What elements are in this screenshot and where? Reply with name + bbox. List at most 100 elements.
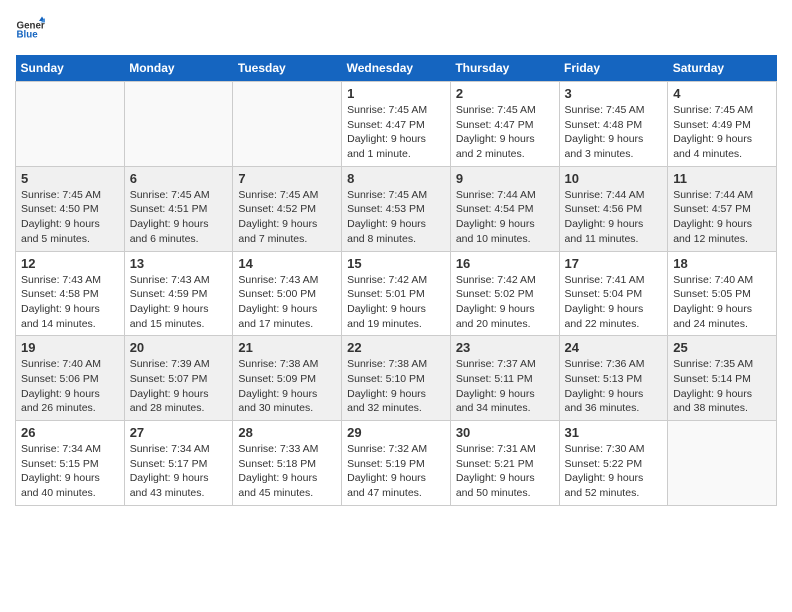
day-number: 25 (673, 340, 771, 355)
calendar-cell: 23Sunrise: 7:37 AM Sunset: 5:11 PM Dayli… (450, 336, 559, 421)
day-header-thursday: Thursday (450, 55, 559, 82)
day-header-tuesday: Tuesday (233, 55, 342, 82)
day-number: 6 (130, 171, 228, 186)
calendar-cell: 27 Sunrise: 7:34 AM Sunset: 5:17 PM Dayli… (124, 421, 233, 506)
day-info: Sunrise: 7:40 AM Sunset: 5:05 PM Dayligh… (673, 273, 771, 332)
week-row-1: 1 Sunrise: 7:45 AM Sunset: 4:47 PM Daylig… (16, 82, 777, 167)
day-number: 16 (456, 256, 554, 271)
calendar-cell: 25 Sunrise: 7:35 AM Sunset: 5:14 PM Dayli… (668, 336, 777, 421)
calendar-cell: 30 Sunrise: 7:31 AM Sunset: 5:21 PM Dayli… (450, 421, 559, 506)
day-number: 26 (21, 425, 119, 440)
day-info: Sunrise: 7:44 AM Sunset: 4:56 PM Dayligh… (565, 188, 663, 247)
calendar-cell: 12 Sunrise: 7:43 AM Sunset: 4:58 PM Dayli… (16, 251, 125, 336)
day-info: Sunrise: 7:33 AM Sunset: 5:18 PM Dayligh… (238, 442, 336, 501)
calendar-table: SundayMondayTuesdayWednesdayThursdayFrid… (15, 55, 777, 506)
calendar-cell: 29 Sunrise: 7:32 AM Sunset: 5:19 PM Dayli… (342, 421, 451, 506)
day-number: 3 (565, 86, 663, 101)
day-number: 18 (673, 256, 771, 271)
day-number: 19 (21, 340, 119, 355)
day-number: 12 (21, 256, 119, 271)
day-header-monday: Monday (124, 55, 233, 82)
day-info: Sunrise: 7:34 AM Sunset: 5:15 PM Dayligh… (21, 442, 119, 501)
calendar-cell: 3Sunrise: 7:45 AM Sunset: 4:48 PM Daylig… (559, 82, 668, 167)
day-number: 24 (565, 340, 663, 355)
calendar-cell: 19 Sunrise: 7:40 AM Sunset: 5:06 PM Dayli… (16, 336, 125, 421)
calendar-cell (16, 82, 125, 167)
calendar-cell: 15 Sunrise: 7:42 AM Sunset: 5:01 PM Dayli… (342, 251, 451, 336)
calendar-cell: 31 Sunrise: 7:30 AM Sunset: 5:22 PM Dayli… (559, 421, 668, 506)
calendar-cell: 11Sunrise: 7:44 AM Sunset: 4:57 PM Dayli… (668, 166, 777, 251)
calendar-cell: 7Sunrise: 7:45 AM Sunset: 4:52 PM Daylig… (233, 166, 342, 251)
day-number: 4 (673, 86, 771, 101)
day-info: Sunrise: 7:30 AM Sunset: 5:22 PM Dayligh… (565, 442, 663, 501)
day-number: 28 (238, 425, 336, 440)
calendar-cell: 8Sunrise: 7:45 AM Sunset: 4:53 PM Daylig… (342, 166, 451, 251)
day-number: 10 (565, 171, 663, 186)
day-info: Sunrise: 7:42 AM Sunset: 5:02 PM Dayligh… (456, 273, 554, 332)
calendar-cell: 5 Sunrise: 7:45 AM Sunset: 4:50 PM Daylig… (16, 166, 125, 251)
calendar-cell: 13 Sunrise: 7:43 AM Sunset: 4:59 PM Dayli… (124, 251, 233, 336)
calendar-cell: 4 Sunrise: 7:45 AM Sunset: 4:49 PM Daylig… (668, 82, 777, 167)
calendar-cell: 21 Sunrise: 7:38 AM Sunset: 5:09 PM Dayli… (233, 336, 342, 421)
day-number: 17 (565, 256, 663, 271)
day-number: 31 (565, 425, 663, 440)
day-number: 5 (21, 171, 119, 186)
week-row-3: 12 Sunrise: 7:43 AM Sunset: 4:58 PM Dayli… (16, 251, 777, 336)
calendar-cell (668, 421, 777, 506)
logo: General Blue (15, 15, 45, 45)
day-number: 2 (456, 86, 554, 101)
day-header-saturday: Saturday (668, 55, 777, 82)
day-number: 9 (456, 171, 554, 186)
day-info: Sunrise: 7:39 AM Sunset: 5:07 PM Dayligh… (130, 357, 228, 416)
day-info: Sunrise: 7:45 AM Sunset: 4:49 PM Dayligh… (673, 103, 771, 162)
calendar-cell: 20 Sunrise: 7:39 AM Sunset: 5:07 PM Dayli… (124, 336, 233, 421)
day-info: Sunrise: 7:45 AM Sunset: 4:47 PM Dayligh… (456, 103, 554, 162)
calendar-cell: 2 Sunrise: 7:45 AM Sunset: 4:47 PM Daylig… (450, 82, 559, 167)
header-row: SundayMondayTuesdayWednesdayThursdayFrid… (16, 55, 777, 82)
day-number: 1 (347, 86, 445, 101)
day-number: 8 (347, 171, 445, 186)
day-number: 23 (456, 340, 554, 355)
day-info: Sunrise: 7:38 AM Sunset: 5:09 PM Dayligh… (238, 357, 336, 416)
day-info: Sunrise: 7:31 AM Sunset: 5:21 PM Dayligh… (456, 442, 554, 501)
day-number: 11 (673, 171, 771, 186)
day-number: 21 (238, 340, 336, 355)
calendar-cell: 18 Sunrise: 7:40 AM Sunset: 5:05 PM Dayli… (668, 251, 777, 336)
calendar-cell (233, 82, 342, 167)
week-row-4: 19 Sunrise: 7:40 AM Sunset: 5:06 PM Dayli… (16, 336, 777, 421)
day-number: 13 (130, 256, 228, 271)
calendar-cell: 10 Sunrise: 7:44 AM Sunset: 4:56 PM Dayli… (559, 166, 668, 251)
calendar-cell: 16 Sunrise: 7:42 AM Sunset: 5:02 PM Dayli… (450, 251, 559, 336)
day-info: Sunrise: 7:34 AM Sunset: 5:17 PM Dayligh… (130, 442, 228, 501)
day-info: Sunrise: 7:41 AM Sunset: 5:04 PM Dayligh… (565, 273, 663, 332)
day-info: Sunrise: 7:43 AM Sunset: 5:00 PM Dayligh… (238, 273, 336, 332)
day-header-friday: Friday (559, 55, 668, 82)
calendar-cell: 24Sunrise: 7:36 AM Sunset: 5:13 PM Dayli… (559, 336, 668, 421)
day-info: Sunrise: 7:43 AM Sunset: 4:58 PM Dayligh… (21, 273, 119, 332)
day-info: Sunrise: 7:38 AM Sunset: 5:10 PM Dayligh… (347, 357, 445, 416)
day-info: Sunrise: 7:45 AM Sunset: 4:47 PM Dayligh… (347, 103, 445, 162)
calendar-cell: 28 Sunrise: 7:33 AM Sunset: 5:18 PM Dayli… (233, 421, 342, 506)
logo-icon: General Blue (15, 15, 45, 45)
day-info: Sunrise: 7:45 AM Sunset: 4:51 PM Dayligh… (130, 188, 228, 247)
day-info: Sunrise: 7:42 AM Sunset: 5:01 PM Dayligh… (347, 273, 445, 332)
calendar-cell (124, 82, 233, 167)
day-info: Sunrise: 7:45 AM Sunset: 4:50 PM Dayligh… (21, 188, 119, 247)
calendar-cell: 22Sunrise: 7:38 AM Sunset: 5:10 PM Dayli… (342, 336, 451, 421)
day-number: 29 (347, 425, 445, 440)
day-info: Sunrise: 7:40 AM Sunset: 5:06 PM Dayligh… (21, 357, 119, 416)
day-info: Sunrise: 7:32 AM Sunset: 5:19 PM Dayligh… (347, 442, 445, 501)
svg-text:Blue: Blue (17, 30, 39, 41)
day-number: 30 (456, 425, 554, 440)
day-number: 15 (347, 256, 445, 271)
day-header-wednesday: Wednesday (342, 55, 451, 82)
day-number: 20 (130, 340, 228, 355)
calendar-cell: 6 Sunrise: 7:45 AM Sunset: 4:51 PM Daylig… (124, 166, 233, 251)
day-info: Sunrise: 7:35 AM Sunset: 5:14 PM Dayligh… (673, 357, 771, 416)
day-info: Sunrise: 7:43 AM Sunset: 4:59 PM Dayligh… (130, 273, 228, 332)
calendar-cell: 1 Sunrise: 7:45 AM Sunset: 4:47 PM Daylig… (342, 82, 451, 167)
day-number: 27 (130, 425, 228, 440)
day-info: Sunrise: 7:44 AM Sunset: 4:54 PM Dayligh… (456, 188, 554, 247)
day-number: 14 (238, 256, 336, 271)
day-number: 7 (238, 171, 336, 186)
